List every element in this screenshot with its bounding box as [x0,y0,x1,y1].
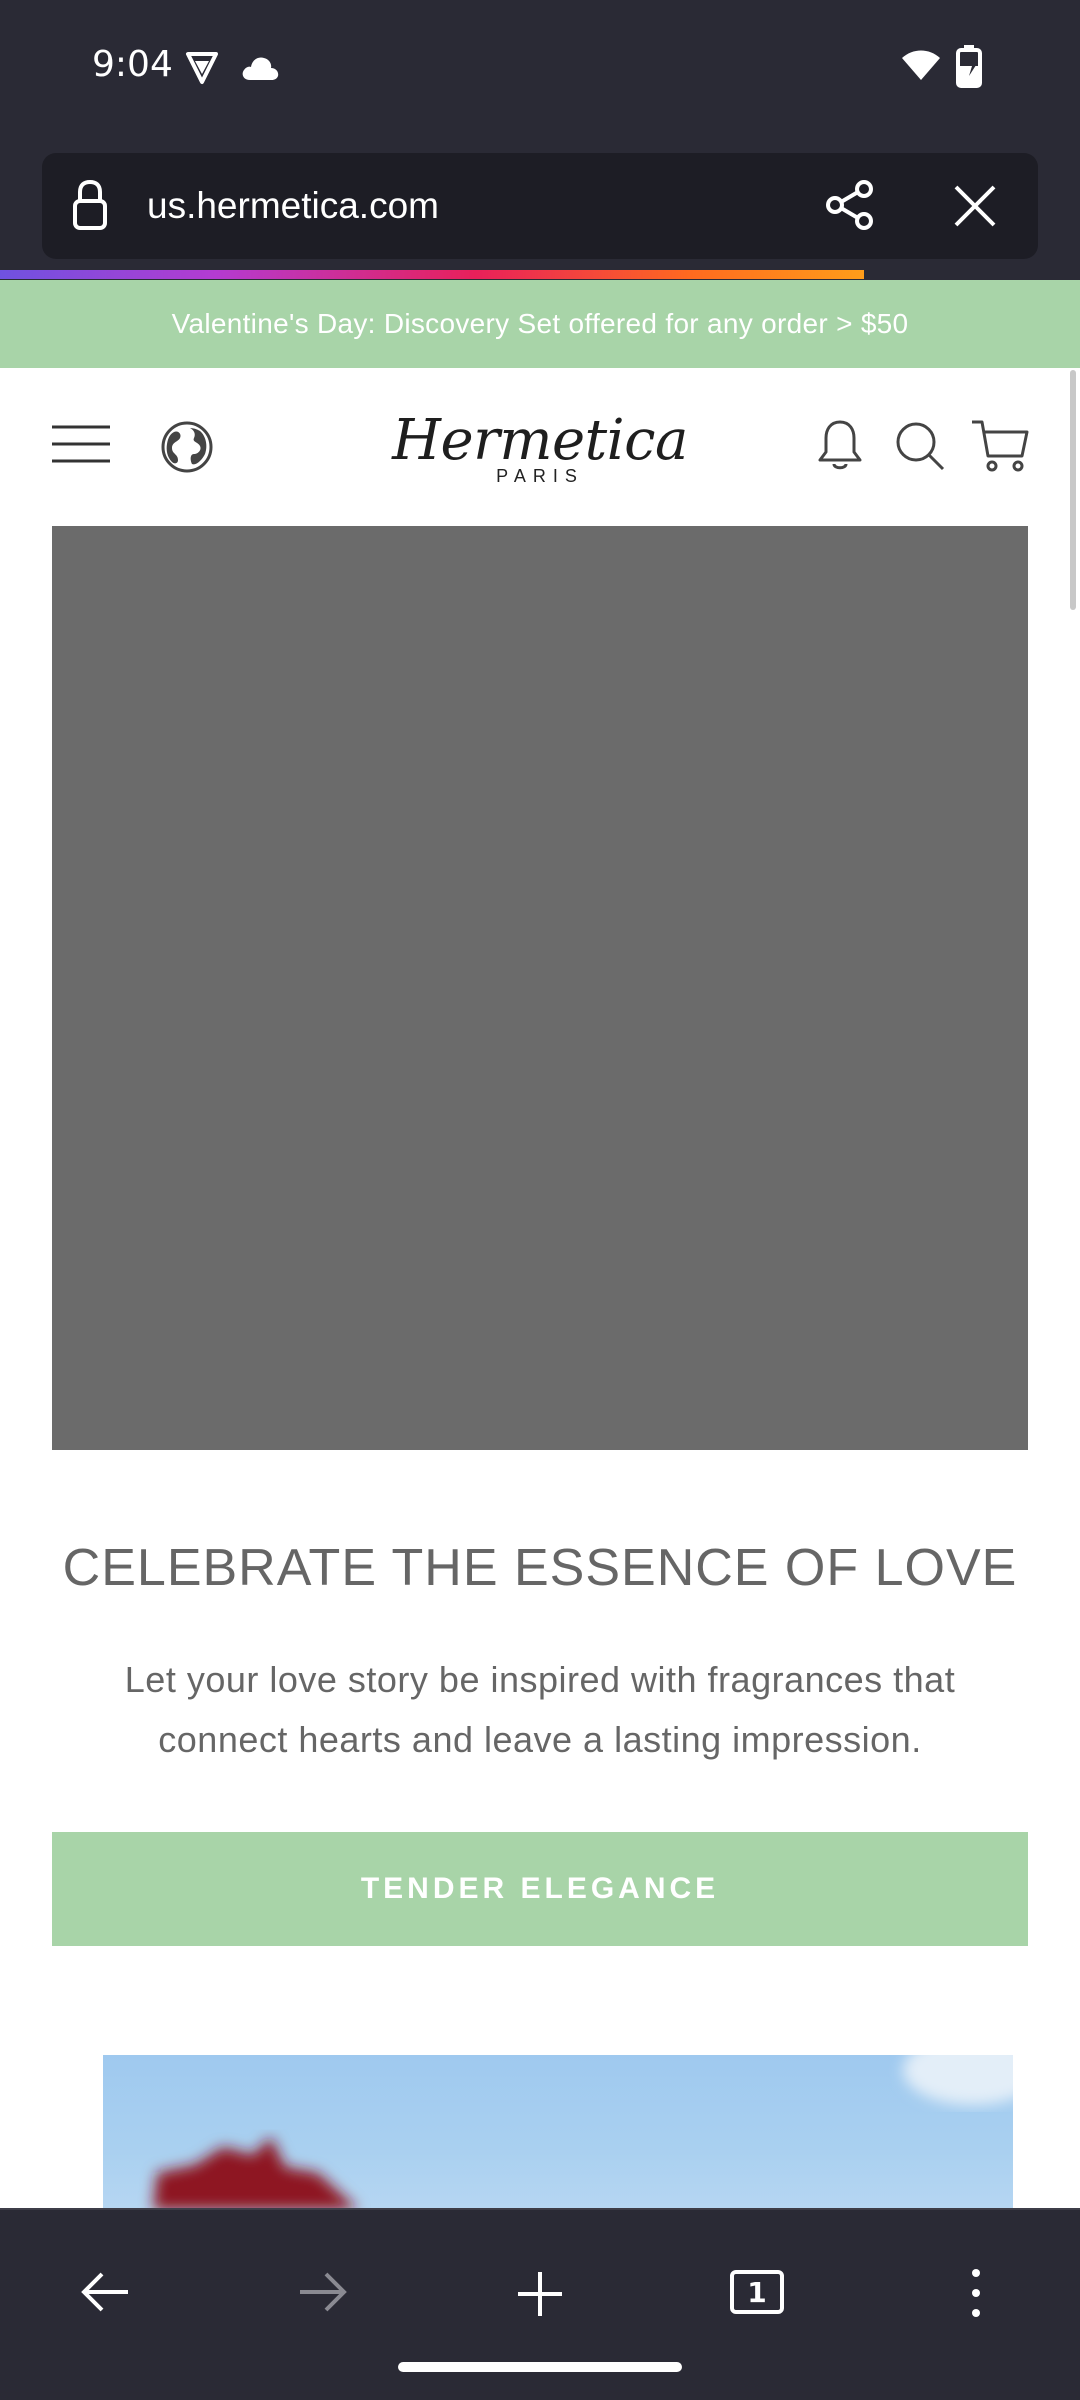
status-bar: 9:04 [0,0,1080,140]
forward-arrow-icon[interactable] [298,2270,348,2314]
address-bar[interactable]: us.hermetica.com [42,153,1038,259]
home-indicator[interactable] [398,2362,682,2372]
hero-subtext: Let your love story be inspired with fra… [124,1659,956,1760]
status-time: 9:04 [92,44,173,85]
page-load-progress [0,270,864,279]
wifi-icon [902,50,940,80]
tender-elegance-button[interactable]: TENDER ELEGANCE [52,1832,1028,1946]
promo-text[interactable]: Valentine's Day: Discovery Set offered f… [172,308,909,340]
browser-toolbar: us.hermetica.com [0,140,1080,280]
share-icon[interactable] [824,179,876,231]
close-icon[interactable] [952,183,998,229]
more-options-icon[interactable] [968,2268,984,2318]
cart-icon[interactable] [970,418,1030,474]
cloud-icon [242,57,279,80]
url-text[interactable]: us.hermetica.com [147,185,439,227]
lock-icon[interactable] [72,179,108,231]
vpn-shield-icon [186,52,218,84]
hero-headline: CELEBRATE THE ESSENCE OF LOVE [62,1539,1018,1597]
tab-switcher-icon[interactable]: 1 [730,2270,784,2314]
search-icon[interactable] [894,420,946,472]
tab-count[interactable]: 1 [747,2276,766,2309]
site-header: Hermetica PARIS [0,368,1080,528]
battery-charging-icon [956,45,982,88]
product-image [103,2055,1013,2210]
page-scrollbar[interactable] [1070,370,1076,610]
bell-icon[interactable] [816,418,864,474]
red-flower-image [153,2055,1013,2210]
cta-label[interactable]: TENDER ELEGANCE [361,1872,719,1906]
promo-banner[interactable]: Valentine's Day: Discovery Set offered f… [0,280,1080,368]
back-arrow-icon[interactable] [80,2270,130,2314]
hero-image [52,526,1028,1450]
new-tab-icon[interactable] [516,2270,564,2318]
